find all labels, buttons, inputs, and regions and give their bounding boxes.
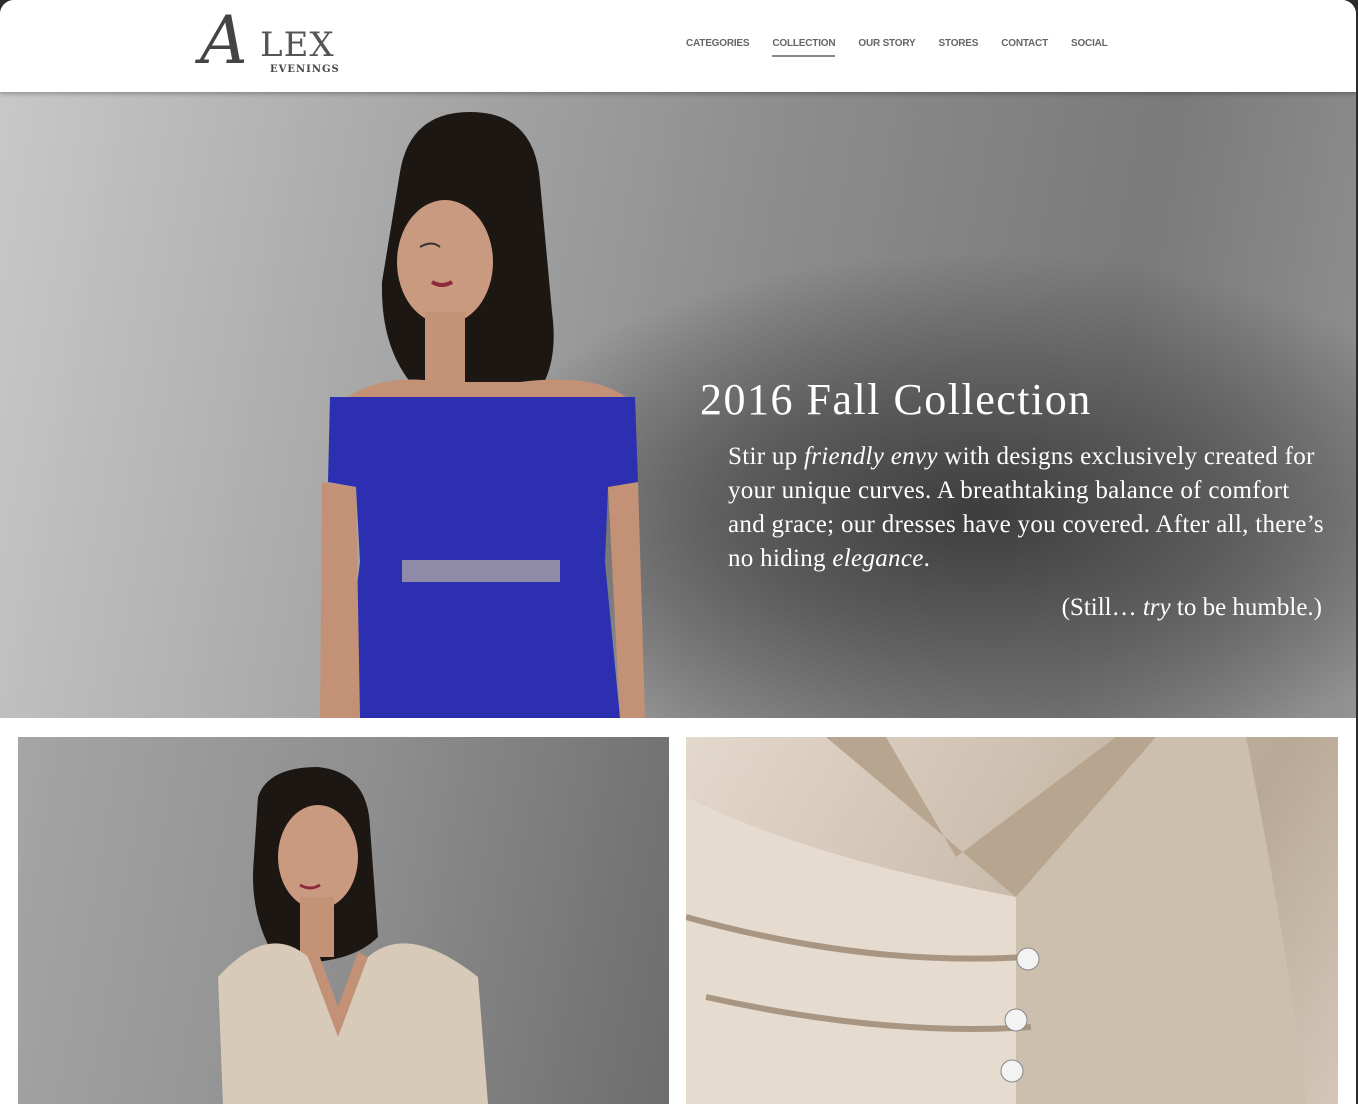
gallery-tile-fabric-detail[interactable] [686, 737, 1338, 1104]
hero-body-text-1: Stir up [728, 443, 805, 470]
hero-body-emphasis-2: elegance [832, 545, 924, 572]
hero-tagline-emphasis: try [1142, 594, 1171, 621]
nav-social[interactable]: SOCIAL [1071, 38, 1108, 57]
site-header: A LEX EVENINGS CATEGORIES COLLECTION OUR… [0, 0, 1356, 92]
alex-evenings-logo[interactable]: A LEX EVENINGS [200, 8, 365, 80]
main-nav: CATEGORIES COLLECTION OUR STORY STORES C… [686, 38, 1131, 57]
hero-body-text-3: . [923, 545, 931, 572]
hero-tagline-text-1: (Still… [1061, 594, 1143, 621]
nav-collection[interactable]: COLLECTION [772, 38, 836, 57]
nav-our-story[interactable]: OUR STORY [858, 38, 915, 57]
hero-tagline-text-2: to be humble.) [1170, 594, 1322, 621]
fabric-detail-image [686, 737, 1306, 1104]
nav-categories[interactable]: CATEGORIES [686, 38, 750, 57]
logo-name: LEX [260, 25, 335, 65]
hero-title: 2016 Fall Collection [700, 375, 1092, 424]
logo-initial: A [200, 2, 248, 79]
browser-page: A LEX EVENINGS CATEGORIES COLLECTION OUR… [0, 0, 1356, 1104]
gallery-tile-model-champagne-dress[interactable] [18, 737, 669, 1104]
model-champagne-dress-image [218, 767, 488, 1104]
logo-tagline: EVENINGS [270, 64, 340, 75]
nav-contact[interactable]: CONTACT [1001, 38, 1048, 57]
hero-tagline: (Still… try to be humble.) [700, 594, 1340, 622]
nav-stores[interactable]: STORES [939, 38, 979, 57]
model-blue-dress-image [320, 112, 645, 718]
hero-banner: 2016 Fall Collection Stir up friendly en… [0, 92, 1356, 718]
hero-description: Stir up friendly envy with designs exclu… [728, 440, 1328, 576]
hero-copy: 2016 Fall Collection Stir up friendly en… [700, 374, 1340, 647]
hero-body-emphasis-1: friendly envy [804, 443, 938, 470]
